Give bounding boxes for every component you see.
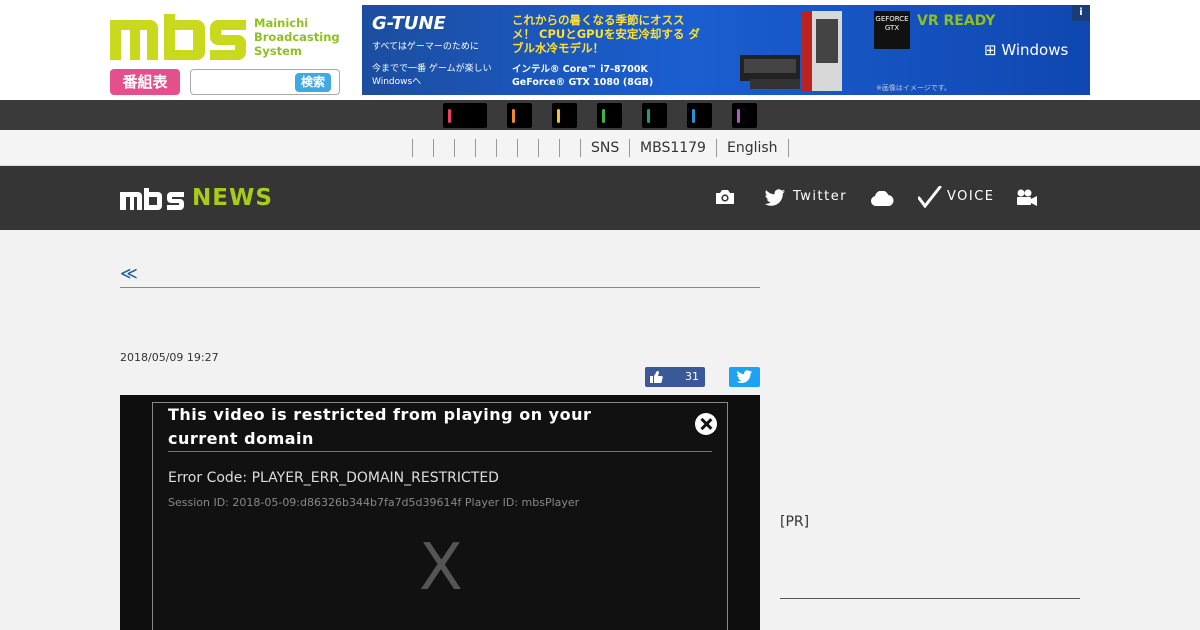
banner-ad[interactable]: G-TUNE すべてはゲーマーのために 今までで一番 ゲームが楽しい Windo… [362,5,1090,95]
sub-navigation: SNS MBS1179 English [0,130,1200,166]
ad-brand: G-TUNE [372,13,446,34]
nav-link-sns[interactable]: SNS [591,139,619,157]
windows-badge: ⊞ Windows [984,41,1068,59]
nav-divider [475,139,476,157]
channel-tab-3[interactable] [552,103,577,128]
news-header: NEWS Twitter VOICE [0,166,1200,230]
like-count: 31 [685,370,699,383]
session-info: Session ID: 2018-05-09:d86326b344b7fa7d5… [168,496,580,509]
error-placeholder-x: X [419,531,463,605]
camera-icon[interactable] [715,189,735,205]
gaming-pc-image [740,11,842,91]
nav-divider [433,139,434,157]
windows-icon: ⊞ [984,41,997,59]
twitter-icon [736,370,753,384]
news-logo-text: NEWS [192,185,273,211]
site-header: Mainichi Broadcasting System 番組表 検索 G-TU… [0,0,1200,100]
sidebar-heading-rule [780,598,1080,599]
channel-color-mark [448,109,451,123]
nav-divider [517,139,518,157]
player-error-dialog: This video is restricted from playing on… [152,402,728,630]
channel-tab-5[interactable] [642,103,667,128]
ad-tagline: すべてはゲーマーのために [372,42,479,52]
logo-line-2: Broadcasting [254,30,340,44]
ad-spec: インテル® Core™ i7-8700K GeForce® GTX 1080 (… [512,64,654,88]
video-player[interactable]: This video is restricted from playing on… [120,395,760,630]
mbs-news-logo[interactable]: NEWS [120,185,290,211]
channel-tab-7[interactable] [732,103,757,128]
channel-bar [0,100,1200,130]
close-icon[interactable] [695,413,717,435]
channel-color-mark [692,109,695,123]
ad-headline: これからの暑くなる季節にオススメ！ CPUとGPUを安定冷却する ダブル水冷モデ… [512,13,700,55]
voice-link-label[interactable]: VOICE [947,189,995,204]
facebook-like-button[interactable]: 31 [645,367,705,387]
pr-label: [PR] [780,514,810,530]
logo-wordmark: Mainichi Broadcasting System [254,16,340,58]
nav-divider [559,139,560,157]
video-camera-icon[interactable] [1016,189,1038,206]
search-input[interactable] [195,73,291,91]
mbs-logo[interactable]: Mainichi Broadcasting System [110,14,342,60]
windows-label: Windows [1001,41,1069,59]
ad-note: ※画像はイメージです。 [876,84,952,92]
nav-divider [716,139,717,157]
breadcrumb-divider [120,287,760,288]
channel-tab-6[interactable] [687,103,712,128]
thumbs-up-icon [650,370,663,384]
geforce-badge: GEFORCE GTX [874,11,910,49]
logo-line-1: Mainichi [254,16,309,30]
nav-divider [412,139,413,157]
search-button[interactable]: 検索 [295,73,331,92]
error-code: Error Code: PLAYER_ERR_DOMAIN_RESTRICTED [168,470,499,486]
nav-divider [629,139,630,157]
mbs-news-mark [120,188,184,210]
channel-color-mark [557,109,560,123]
article-date: 2018/05/09 19:27 [120,351,219,364]
breadcrumb-back-link[interactable]: ≪ [120,264,138,284]
channel-tab-1[interactable] [443,103,487,128]
cloud-icon[interactable] [870,191,894,206]
program-guide-button[interactable]: 番組表 [110,69,180,95]
channel-color-mark [647,109,650,123]
twitter-icon[interactable] [764,189,786,207]
nav-divider [580,139,581,157]
logo-line-3: System [254,44,302,58]
search-form: 検索 [190,69,340,95]
channel-color-mark [602,109,605,123]
twitter-link-label[interactable]: Twitter [793,189,847,204]
channel-tab-4[interactable] [597,103,622,128]
vr-ready-badge: VR READY [917,13,996,29]
error-divider [168,451,712,452]
nav-divider [454,139,455,157]
twitter-share-button[interactable] [729,367,760,387]
error-title: This video is restricted from playing on… [168,405,592,448]
channel-tab-2[interactable] [507,103,532,128]
mbs-logo-mark [110,14,246,60]
ad-info-icon[interactable]: i [1072,5,1090,21]
channel-color-mark [737,109,740,123]
nav-divider [538,139,539,157]
nav-link-mbs1179[interactable]: MBS1179 [640,139,706,157]
nav-link-english[interactable]: English [727,139,778,157]
nav-divider [496,139,497,157]
nav-divider [788,139,789,157]
channel-color-mark [512,109,515,123]
ad-subcopy: 今までで一番 ゲームが楽しい Windowsへ [372,64,492,87]
check-icon[interactable] [918,186,942,208]
